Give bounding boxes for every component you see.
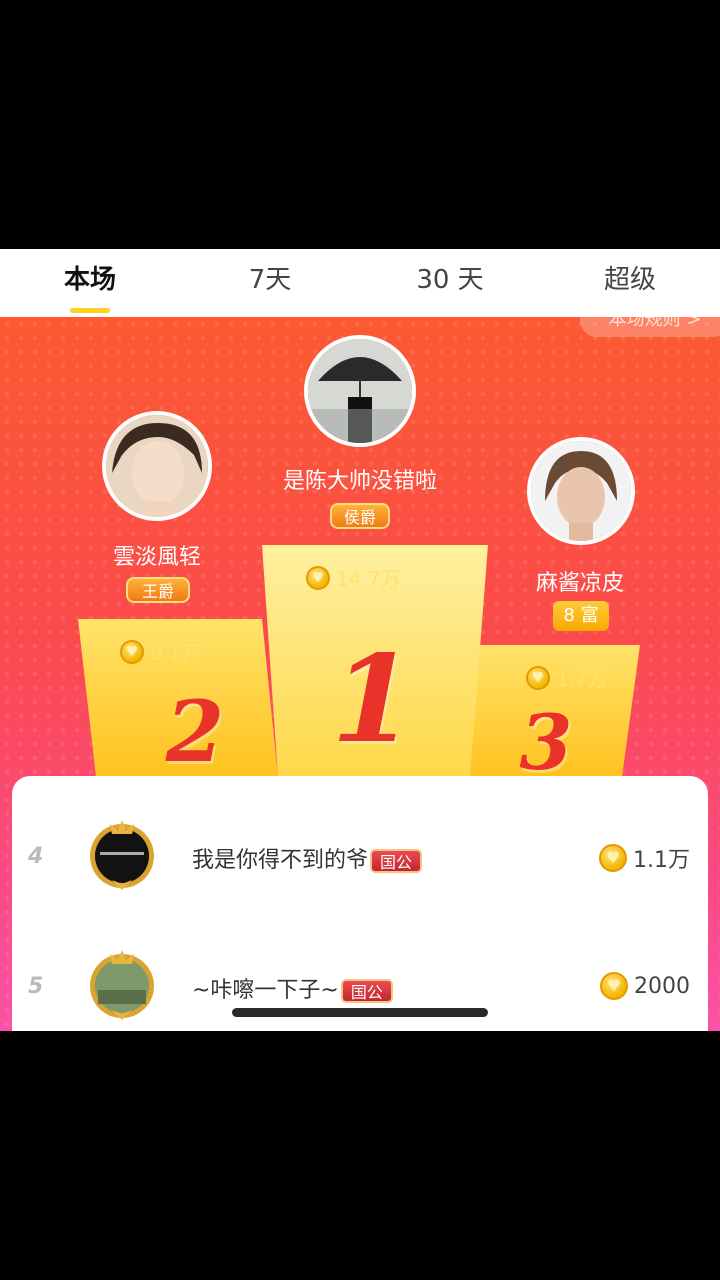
tab-bar: 本场 7天 30 天 超级 [0, 249, 720, 317]
score-value: 2000 [634, 973, 690, 999]
tab-label: 本场 [63, 265, 116, 295]
list-name: ~咔嚓一下子~ 国公 [192, 972, 393, 1004]
title-badge: 国公 [370, 849, 423, 873]
ranking-list: 4 我是你得不到的爷国公 1.1万 5 [12, 776, 708, 1031]
tab-current[interactable]: 本场 [50, 259, 130, 313]
heart-coin-icon [599, 844, 627, 872]
avatar[interactable] [88, 950, 156, 1020]
avatar-first[interactable] [304, 335, 416, 447]
score-value: 9.1万 [150, 641, 202, 665]
tab-30-days[interactable]: 30 天 [400, 259, 500, 309]
list-rank: 4 [28, 844, 44, 869]
heart-coin-icon [120, 639, 144, 664]
name-second: 雲淡風轻 [112, 545, 201, 570]
score-first: 14.7万 [306, 563, 401, 592]
score-value: 1.7万 [556, 667, 608, 691]
tab-label: 30 天 [416, 265, 484, 295]
tab-label: 超级 [603, 265, 656, 295]
list-item[interactable]: 4 我是你得不到的爷国公 1.1万 [12, 796, 708, 916]
rank-number-third: 3 [519, 698, 573, 787]
heart-coin-icon [526, 665, 550, 690]
name-third: 麻酱凉皮 [535, 571, 624, 596]
heart-coin-icon [600, 972, 628, 1000]
name-first: 是陈大帅没错啦 [282, 469, 437, 494]
title-badge-first: 侯爵 [330, 503, 390, 529]
score-second: 9.1万 [120, 637, 202, 666]
user-name: ~咔嚓一下子~ [192, 978, 339, 1003]
score-third: 1.7万 [526, 663, 608, 692]
tab-7-days[interactable]: 7天 [230, 259, 310, 309]
user-name: 我是你得不到的爷 [192, 848, 369, 873]
ranking-screen: 本场 7天 30 天 超级 本场规则 > 是陈大帅没错啦 侯爵 ♥14.7万 1… [0, 249, 720, 1031]
avatar-third[interactable] [527, 437, 635, 545]
score-value: 14.7万 [336, 567, 401, 591]
avatar[interactable] [88, 820, 156, 890]
heart-coin-icon [306, 565, 330, 590]
title-badge: 国公 [340, 979, 393, 1003]
rank-number-first: 1 [331, 629, 415, 770]
tab-active-indicator [70, 308, 110, 313]
avatar-second[interactable] [102, 411, 212, 521]
tab-super[interactable]: 超级 [590, 259, 670, 309]
score-value: 1.1万 [633, 848, 690, 873]
title-badge-second: 王爵 [126, 577, 190, 603]
list-rank: 5 [28, 974, 44, 999]
list-score: 1.1万 [599, 842, 690, 874]
wealth-badge-third: 8 富 [553, 601, 609, 631]
tab-label: 7天 [248, 265, 292, 295]
list-score: 2000 [600, 972, 690, 1000]
list-name: 我是你得不到的爷 国公 [192, 842, 423, 874]
rank-number-second: 2 [165, 682, 225, 781]
home-indicator [232, 1008, 488, 1017]
